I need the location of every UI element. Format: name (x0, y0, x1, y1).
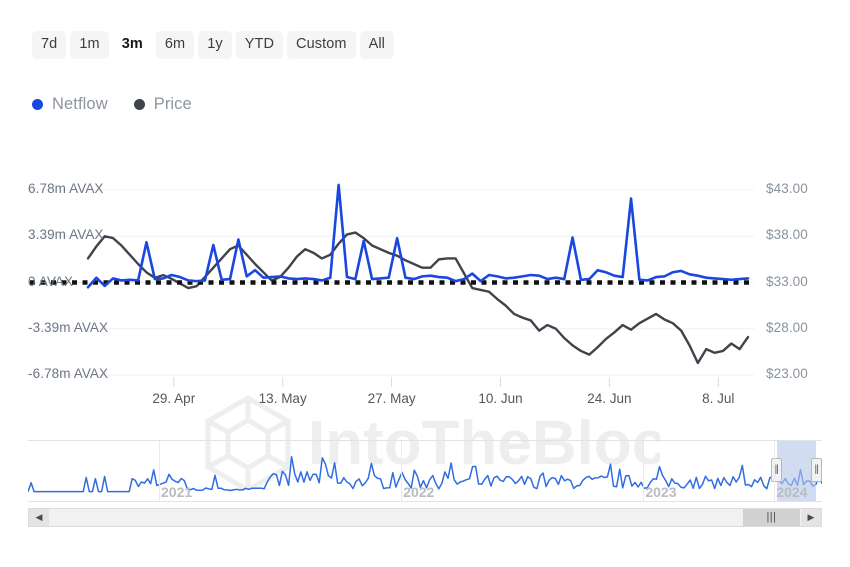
chart-canvas (0, 150, 850, 420)
chart-legend: Netflow Price (32, 95, 192, 114)
horizontal-scrollbar[interactable]: ◀ ||| ▶ (28, 508, 822, 527)
y-axis-left-tick-label: 6.78m AVAX (28, 181, 104, 196)
series-dot-icon (134, 99, 145, 110)
range-button-custom[interactable]: Custom (287, 31, 356, 59)
range-selector: 7d1m3m6m1yYTDCustomAll (32, 31, 394, 59)
x-axis-tick-label: 8. Jul (702, 391, 734, 406)
scrollbar-left-arrow-button[interactable]: ◀ (29, 509, 49, 526)
chart-plot-area: IntoTheBlock 6.78m AVAX3.39m AVAX0 AVAX-… (0, 150, 850, 420)
navigator-tick (401, 441, 402, 501)
y-axis-left-tick-label: -6.78m AVAX (28, 366, 108, 381)
series-dot-icon (32, 99, 43, 110)
x-axis-tick-label: 24. Jun (587, 391, 631, 406)
range-button-6m[interactable]: 6m (156, 31, 194, 59)
scrollbar-thumb[interactable]: ||| (743, 509, 800, 526)
scrollbar-grip-icon: ||| (766, 512, 776, 523)
range-button-3m[interactable]: 3m (113, 31, 152, 59)
legend-label: Netflow (52, 95, 108, 114)
navigator-tick (643, 441, 644, 501)
navigator-tick (774, 441, 775, 501)
navigator-year-label: 2023 (645, 484, 676, 500)
range-button-ytd[interactable]: YTD (236, 31, 283, 59)
range-button-7d[interactable]: 7d (32, 31, 66, 59)
y-axis-left-tick-label: 0 AVAX (28, 274, 73, 289)
x-axis-tick-label: 10. Jun (478, 391, 522, 406)
arrow-right-icon: ▶ (808, 513, 815, 522)
handle-grip-icon: || (815, 465, 818, 475)
y-axis-left-tick-label: -3.39m AVAX (28, 320, 108, 335)
range-button-1m[interactable]: 1m (70, 31, 108, 59)
y-axis-right-tick-label: $33.00 (766, 274, 808, 289)
navigator-year-label: 2021 (161, 484, 192, 500)
y-axis-right-tick-label: $28.00 (766, 320, 808, 335)
navigator-handle-right[interactable]: || (811, 458, 822, 482)
navigator-year-label: 2022 (403, 484, 434, 500)
y-axis-right-tick-label: $43.00 (766, 181, 808, 196)
navigator-handle-left[interactable]: || (771, 458, 782, 482)
range-navigator[interactable]: || || 2021 2022 2023 2024 (28, 440, 822, 502)
navigator-bottom-border (28, 501, 822, 502)
x-axis-tick-label: 27. May (368, 391, 416, 406)
range-button-1y[interactable]: 1y (198, 31, 232, 59)
legend-label: Price (154, 95, 192, 114)
legend-item-price[interactable]: Price (134, 95, 192, 114)
legend-item-netflow[interactable]: Netflow (32, 95, 108, 114)
navigator-tick (159, 441, 160, 501)
y-axis-left-tick-label: 3.39m AVAX (28, 227, 104, 242)
arrow-left-icon: ◀ (36, 513, 43, 522)
scrollbar-right-arrow-button[interactable]: ▶ (801, 509, 821, 526)
y-axis-right-tick-label: $38.00 (766, 227, 808, 242)
price-line-series (88, 233, 748, 363)
netflow-price-chart-widget: 7d1m3m6m1yYTDCustomAll NetflowPrice Into… (0, 0, 850, 567)
navigator-year-label: 2024 (776, 484, 807, 500)
range-button-all[interactable]: All (360, 31, 394, 59)
x-axis-tick-label: 13. May (259, 391, 307, 406)
y-axis-right-tick-label: $23.00 (766, 366, 808, 381)
x-axis-tick-label: 29. Apr (152, 391, 195, 406)
